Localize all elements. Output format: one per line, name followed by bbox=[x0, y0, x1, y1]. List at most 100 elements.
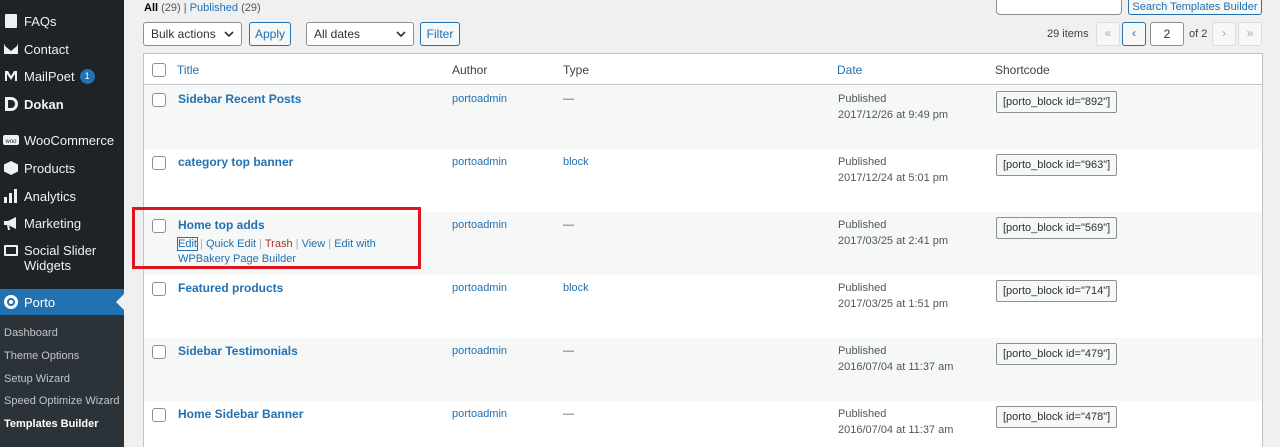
last-page-button: » bbox=[1238, 22, 1262, 46]
row-checkbox[interactable] bbox=[152, 156, 166, 170]
faq-icon bbox=[3, 13, 19, 29]
select-all-checkbox[interactable] bbox=[152, 63, 166, 77]
row-status: Published bbox=[838, 408, 887, 420]
row-type: — bbox=[563, 408, 574, 420]
apply-button[interactable]: Apply bbox=[249, 22, 291, 46]
row-title-link[interactable]: Home Sidebar Banner bbox=[178, 407, 303, 421]
submenu-item-setup-wizard[interactable]: Setup Wizard bbox=[4, 373, 70, 385]
slider-icon bbox=[3, 243, 19, 259]
items-count: 29 items bbox=[1047, 28, 1089, 40]
row-type: — bbox=[563, 345, 574, 357]
sidebar-item-contact[interactable]: Contact bbox=[0, 41, 124, 57]
sidebar-item-products[interactable]: Products bbox=[0, 160, 124, 176]
sidebar-item-label: Marketing bbox=[24, 215, 82, 231]
row-title-link[interactable]: category top banner bbox=[178, 155, 293, 169]
row-title-link[interactable]: Sidebar Testimonials bbox=[178, 344, 298, 358]
dokan-icon bbox=[3, 96, 19, 112]
row-author-link[interactable]: portoadmin bbox=[452, 156, 507, 168]
row-title-link[interactable]: Featured products bbox=[178, 281, 283, 295]
sidebar-item-social-slider[interactable]: Social Slider Widgets bbox=[0, 243, 124, 273]
row-author-link[interactable]: portoadmin bbox=[452, 345, 507, 357]
row-checkbox[interactable] bbox=[152, 408, 166, 422]
sidebar-item-marketing[interactable]: Marketing bbox=[0, 215, 124, 231]
row-type: — bbox=[563, 93, 574, 105]
row-checkbox[interactable] bbox=[152, 345, 166, 359]
row-type-link[interactable]: block bbox=[563, 156, 589, 168]
table-row: Sidebar Recent Posts portoadmin — Publis… bbox=[144, 86, 1262, 149]
row-type: — bbox=[563, 219, 574, 231]
status-filter-links: All (29) | Published (29) bbox=[144, 2, 261, 14]
sidebar-item-label: Social Slider Widgets bbox=[24, 243, 97, 273]
filter-button[interactable]: Filter bbox=[420, 22, 460, 46]
row-shortcode[interactable]: [porto_block id="714"] bbox=[996, 280, 1118, 302]
sidebar-item-dokan[interactable]: Dokan bbox=[0, 96, 124, 112]
sidebar-item-faqs[interactable]: FAQs bbox=[0, 13, 124, 29]
porto-submenu: Dashboard Theme Options Setup Wizard Spe… bbox=[0, 315, 124, 447]
table-header: Title Author Type Date Shortcode bbox=[144, 54, 1262, 85]
svg-text:woo: woo bbox=[4, 139, 17, 145]
row-author-link[interactable]: portoadmin bbox=[452, 282, 507, 294]
action-separator: | bbox=[259, 238, 263, 250]
submenu-item-theme-options[interactable]: Theme Options bbox=[4, 350, 79, 362]
row-datetime: 2017/12/24 at 5:01 pm bbox=[838, 172, 949, 184]
row-status: Published bbox=[838, 156, 887, 168]
edit-link[interactable]: Edit bbox=[177, 237, 198, 251]
column-date-header[interactable]: Date bbox=[837, 63, 862, 77]
submenu-item-speed-optimize-wizard[interactable]: Speed Optimize Wizard bbox=[4, 395, 120, 407]
current-page-input[interactable]: 2 bbox=[1150, 22, 1184, 46]
table-row: Sidebar Testimonials portoadmin — Publis… bbox=[144, 338, 1262, 401]
bulk-actions-select[interactable]: Bulk actions bbox=[143, 22, 242, 46]
templates-table: Title Author Type Date Shortcode Sidebar… bbox=[143, 53, 1263, 447]
view-link[interactable]: View bbox=[302, 238, 326, 250]
first-page-button: « bbox=[1096, 22, 1120, 46]
search-input[interactable] bbox=[996, 0, 1122, 15]
action-separator: | bbox=[295, 238, 299, 250]
date-filter-value: All dates bbox=[314, 27, 361, 41]
admin-sidebar: FAQs Contact MailPoet 1 Dokan woo WooCom… bbox=[0, 0, 124, 447]
row-shortcode[interactable]: [porto_block id="892"] bbox=[996, 91, 1118, 113]
quick-edit-link[interactable]: Quick Edit bbox=[206, 238, 256, 250]
row-status: Published bbox=[838, 93, 887, 105]
row-checkbox[interactable] bbox=[152, 219, 166, 233]
row-author-link[interactable]: portoadmin bbox=[452, 408, 507, 420]
row-shortcode[interactable]: [porto_block id="963"] bbox=[996, 154, 1118, 176]
porto-icon bbox=[3, 294, 19, 310]
row-checkbox[interactable] bbox=[152, 93, 166, 107]
filter-published-link[interactable]: Published bbox=[190, 2, 238, 14]
sidebar-item-label: WooCommerce bbox=[24, 132, 115, 148]
row-author-link[interactable]: portoadmin bbox=[452, 219, 507, 231]
filter-all-count: (29) bbox=[161, 2, 181, 14]
row-author-link[interactable]: portoadmin bbox=[452, 93, 507, 105]
row-checkbox[interactable] bbox=[152, 282, 166, 296]
row-title-link[interactable]: Home top adds bbox=[178, 218, 265, 232]
row-shortcode[interactable]: [porto_block id="479"] bbox=[996, 343, 1118, 365]
trash-link[interactable]: Trash bbox=[265, 238, 293, 250]
row-type-link[interactable]: block bbox=[563, 282, 589, 294]
table-row: Home top adds Edit | Quick Edit | Trash … bbox=[144, 212, 1262, 275]
row-shortcode[interactable]: [porto_block id="569"] bbox=[996, 217, 1118, 239]
chevron-down-icon bbox=[224, 31, 234, 38]
sidebar-item-label: Dokan bbox=[24, 96, 64, 112]
sidebar-item-woocommerce[interactable]: woo WooCommerce bbox=[0, 132, 124, 148]
submenu-item-templates-builder[interactable]: Templates Builder bbox=[4, 418, 99, 430]
prev-page-button[interactable]: ‹ bbox=[1122, 22, 1146, 46]
search-button[interactable]: Search Templates Builder bbox=[1128, 0, 1262, 15]
row-status: Published bbox=[838, 345, 887, 357]
submenu-item-dashboard[interactable]: Dashboard bbox=[4, 327, 58, 339]
table-row: Home Sidebar Banner portoadmin — Publish… bbox=[144, 401, 1262, 447]
bar-chart-icon bbox=[3, 188, 19, 204]
row-datetime: 2017/12/26 at 9:49 pm bbox=[838, 109, 949, 121]
sidebar-item-porto[interactable]: Porto bbox=[0, 289, 124, 315]
date-filter-select[interactable]: All dates bbox=[306, 22, 414, 46]
filter-separator: | bbox=[183, 2, 187, 14]
sidebar-item-mailpoet[interactable]: MailPoet 1 bbox=[0, 68, 124, 84]
column-shortcode-header: Shortcode bbox=[995, 63, 1050, 77]
filter-all-link[interactable]: All bbox=[144, 2, 158, 14]
row-title-link[interactable]: Sidebar Recent Posts bbox=[178, 92, 301, 106]
table-row: category top banner portoadmin block Pub… bbox=[144, 149, 1262, 212]
sidebar-item-analytics[interactable]: Analytics bbox=[0, 188, 124, 204]
row-shortcode[interactable]: [porto_block id="478"] bbox=[996, 406, 1118, 428]
column-title-header[interactable]: Title bbox=[177, 63, 199, 77]
megaphone-icon bbox=[3, 215, 19, 231]
sidebar-item-label: Porto bbox=[24, 294, 56, 310]
